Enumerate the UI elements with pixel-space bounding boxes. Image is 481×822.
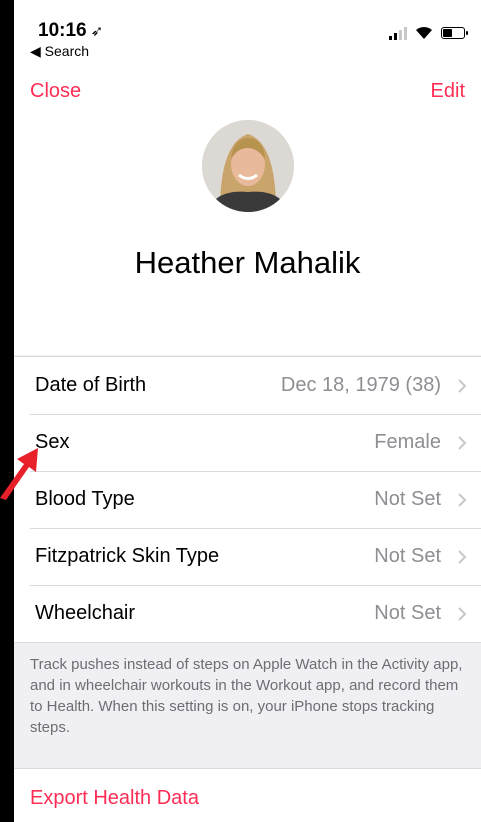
annotation-arrow-icon xyxy=(0,448,38,500)
wheelchair-footer-note: Track pushes instead of steps on Apple W… xyxy=(30,656,463,736)
sex-row[interactable]: Sex Female xyxy=(14,414,481,471)
health-details-list: Date of Birth Dec 18, 1979 (38) Sex Fema… xyxy=(14,356,481,643)
chevron-right-icon xyxy=(458,435,467,450)
chevron-right-icon xyxy=(458,378,467,393)
cellular-signal-icon xyxy=(389,26,407,40)
row-label: Blood Type xyxy=(35,488,135,510)
row-value: Not Set xyxy=(374,488,441,510)
wifi-icon xyxy=(416,26,432,39)
back-to-search-link[interactable]: ◀ Search xyxy=(30,43,89,60)
health-profile-screen: 10:16 ➶ ◀ Search Close Edit Heather Maha… xyxy=(14,0,481,822)
export-section: Export Health Data xyxy=(14,768,481,822)
blood-type-row[interactable]: Blood Type Not Set xyxy=(14,471,481,528)
battery-icon xyxy=(441,27,468,39)
chevron-right-icon xyxy=(458,606,467,621)
close-button[interactable]: Close xyxy=(30,80,81,103)
row-label: Date of Birth xyxy=(35,374,147,396)
row-value: Female xyxy=(374,431,441,453)
location-arrow-icon: ➶ xyxy=(90,23,104,40)
chevron-right-icon xyxy=(458,549,467,564)
fitzpatrick-skin-type-row[interactable]: Fitzpatrick Skin Type Not Set xyxy=(14,528,481,585)
wheelchair-row[interactable]: Wheelchair Not Set xyxy=(14,585,481,642)
chevron-right-icon xyxy=(458,492,467,507)
row-value: Not Set xyxy=(374,545,441,567)
profile-name: Heather Mahalik xyxy=(134,245,361,280)
row-value: Dec 18, 1979 (38) xyxy=(280,374,441,396)
status-time-text: 10:16 xyxy=(38,20,87,41)
export-health-data-button[interactable]: Export Health Data xyxy=(30,787,199,810)
row-label: Wheelchair xyxy=(35,602,136,624)
date-of-birth-row[interactable]: Date of Birth Dec 18, 1979 (38) xyxy=(14,357,481,414)
edit-button[interactable]: Edit xyxy=(431,80,465,103)
row-label: Fitzpatrick Skin Type xyxy=(35,545,220,567)
status-time: 10:16 ➶ xyxy=(38,20,103,42)
row-value: Not Set xyxy=(374,602,441,624)
status-indicators xyxy=(389,26,468,40)
avatar xyxy=(202,120,294,212)
profile-header: 10:16 ➶ ◀ Search Close Edit Heather Maha… xyxy=(14,0,481,355)
